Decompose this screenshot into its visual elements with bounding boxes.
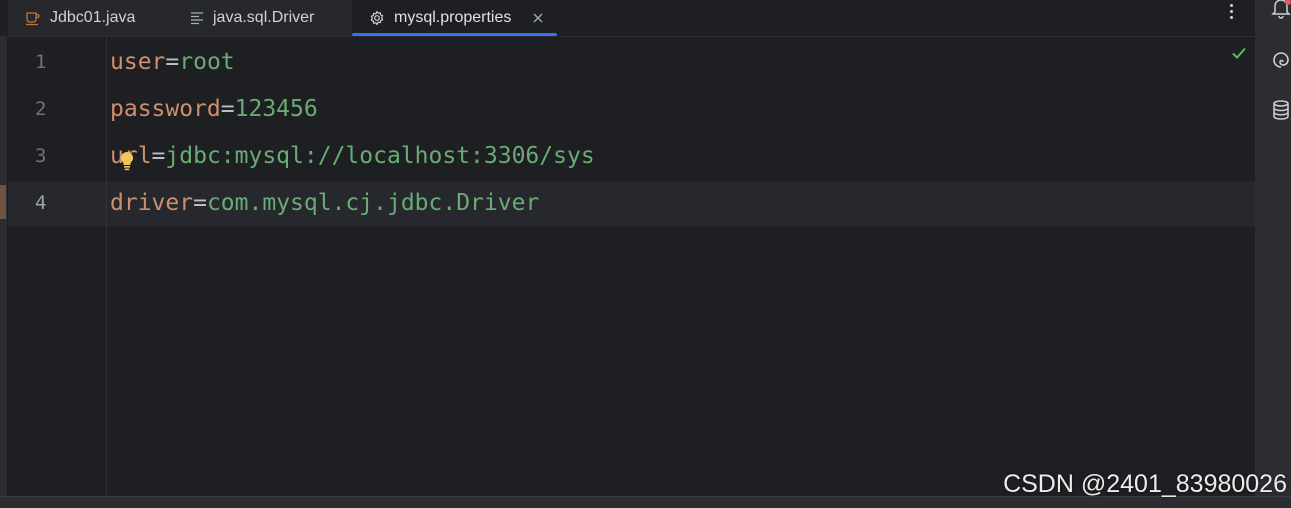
editor-tab-bar: Jdbc01.java java.sql.Driver mysql.proper… [0,0,1255,37]
left-stripe [0,37,7,496]
more-options-icon[interactable] [1228,3,1235,20]
code-text: url=jdbc:mysql://localhost:3306/sys [110,133,595,180]
database-icon[interactable] [1271,99,1291,121]
gear-icon [369,10,385,26]
line-number: 3 [35,145,47,167]
tab-label: mysql.properties [394,9,512,26]
property-key: driver [110,190,194,216]
separator: = [220,96,235,122]
java-class-icon [25,10,41,26]
right-tool-bar [1255,0,1291,496]
code-text: user=root [110,39,235,86]
bell-icon[interactable] [1271,0,1291,19]
property-value: root [179,49,235,75]
tab-mysql-properties[interactable]: mysql.properties [352,0,557,36]
line-number: 4 [35,192,47,214]
tab-label: java.sql.Driver [213,9,315,26]
line-number: 1 [35,51,47,73]
code-line[interactable]: 1 user=root [8,39,1255,86]
code-editor[interactable]: 1 user=root 2 password=123456 3 url=jdbc… [8,37,1255,496]
text-file-icon [189,10,205,26]
code-text: driver=com.mysql.cj.jdbc.Driver [110,180,539,227]
property-value: 123456 [234,96,318,122]
close-icon[interactable] [533,13,543,23]
line-number: 2 [35,98,47,120]
code-text: password=123456 [110,86,318,133]
code-line[interactable]: 2 password=123456 [8,86,1255,133]
property-key: password [110,96,221,122]
separator: = [165,49,180,75]
watermark: CSDN @2401_83980026 [1003,470,1287,498]
change-marker [0,185,6,219]
separator: = [151,143,166,169]
check-icon[interactable] [1231,47,1247,60]
tab-label: Jdbc01.java [50,9,136,26]
tab-java-sql-driver[interactable]: java.sql.Driver [170,0,352,36]
ai-assistant-icon[interactable] [1271,50,1291,70]
code-line[interactable]: 3 url=jdbc:mysql://localhost:3306/sys [8,133,1255,180]
property-value: com.mysql.cj.jdbc.Driver [206,190,540,216]
separator: = [193,190,207,216]
lightbulb-icon[interactable] [119,150,135,172]
property-key: user [110,49,166,75]
code-line-current[interactable]: 4 driver=com.mysql.cj.jdbc.Driver [8,180,1255,227]
property-value: jdbc:mysql://localhost:3306/sys [165,143,595,169]
tab-jdbc01-java[interactable]: Jdbc01.java [8,0,170,36]
active-tab-indicator [352,33,557,36]
